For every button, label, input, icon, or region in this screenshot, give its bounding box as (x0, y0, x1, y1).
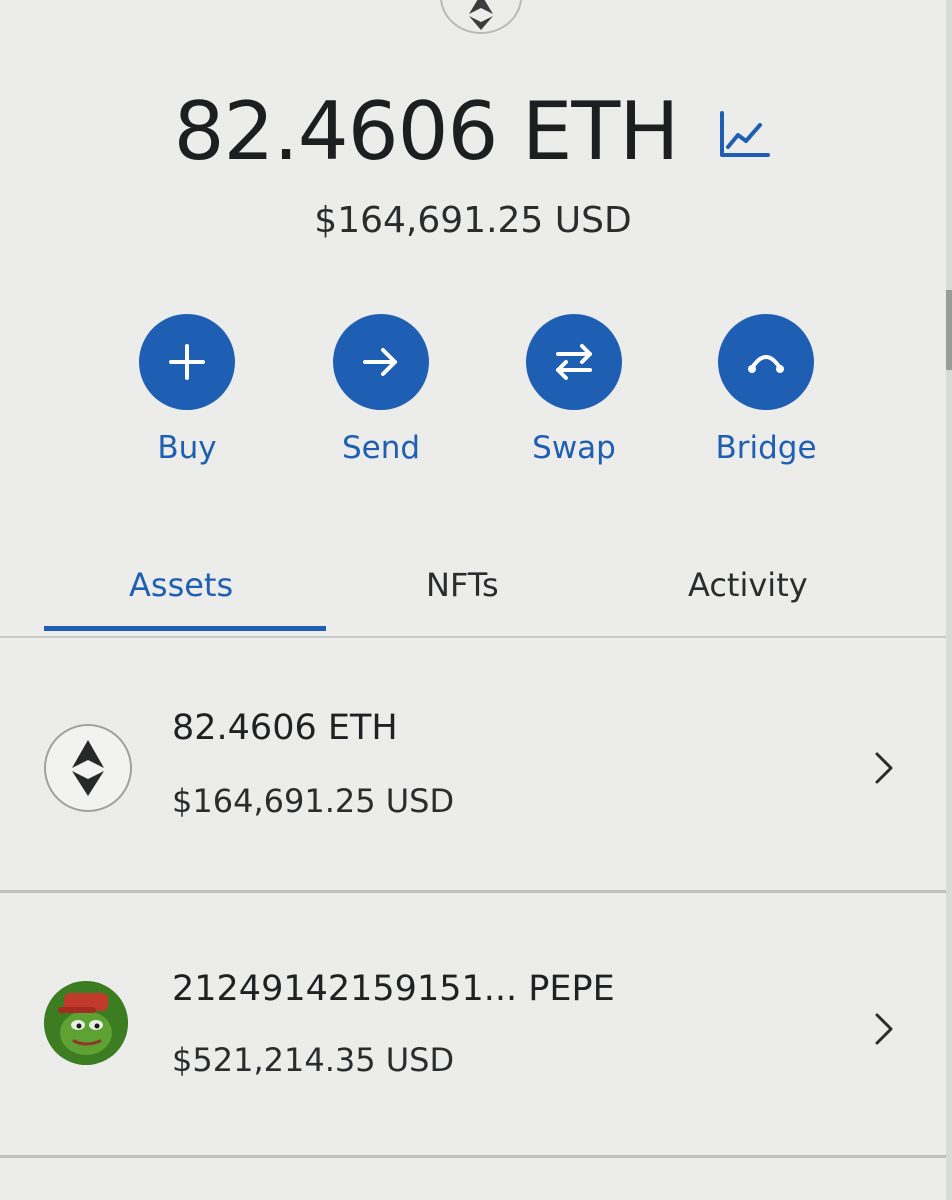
ethereum-icon (72, 740, 104, 796)
tab-activity[interactable]: Activity (688, 566, 808, 604)
pepe-token-icon (44, 981, 128, 1065)
ethereum-icon (469, 0, 493, 30)
send-button[interactable]: Send (301, 314, 461, 466)
network-logo[interactable] (440, 0, 522, 34)
balance-fiat: $164,691.25 USD (314, 200, 632, 241)
screen-edge (946, 0, 952, 1200)
balance-amount: 82.4606 ETH (173, 85, 680, 178)
send-label: Send (341, 430, 421, 466)
row-divider (0, 1155, 946, 1158)
chevron-right-icon (875, 752, 893, 784)
scrollbar-thumb[interactable] (946, 290, 952, 370)
wallet-screen: 82.4606 ETH $164,691.25 USD Buy Send Swa… (0, 0, 948, 1200)
asset-row-pepe[interactable]: 21249142159151... PEPE $521,214.35 USD (0, 893, 946, 1155)
arrow-right-icon (363, 348, 397, 376)
asset-amount: 82.4606 ETH (172, 708, 398, 748)
bridge-icon (748, 355, 784, 373)
action-bar: Buy Send Swap Bridge (0, 314, 946, 484)
tab-bar: Assets NFTs Activity (0, 556, 946, 638)
swap-arrows-icon (556, 344, 592, 380)
balance-header: 82.4606 ETH (0, 92, 946, 172)
asset-row-eth[interactable]: 82.4606 ETH $164,691.25 USD (0, 638, 946, 892)
buy-label: Buy (157, 430, 217, 466)
eth-token-avatar (44, 724, 132, 812)
chevron-right-icon (875, 1013, 893, 1045)
bridge-button[interactable]: Bridge (686, 314, 846, 466)
tab-assets[interactable]: Assets (129, 566, 233, 604)
active-tab-indicator (44, 626, 326, 631)
swap-label: Swap (532, 430, 616, 466)
asset-value: $164,691.25 USD (172, 782, 455, 820)
bridge-label: Bridge (715, 430, 817, 466)
buy-button[interactable]: Buy (107, 314, 267, 466)
swap-button[interactable]: Swap (494, 314, 654, 466)
asset-value: $521,214.35 USD (172, 1041, 455, 1079)
pepe-token-avatar (44, 981, 128, 1065)
asset-amount: 21249142159151... PEPE (172, 969, 615, 1009)
plus-icon (169, 344, 205, 380)
tab-nfts[interactable]: NFTs (426, 566, 499, 604)
chart-icon[interactable] (716, 107, 772, 163)
